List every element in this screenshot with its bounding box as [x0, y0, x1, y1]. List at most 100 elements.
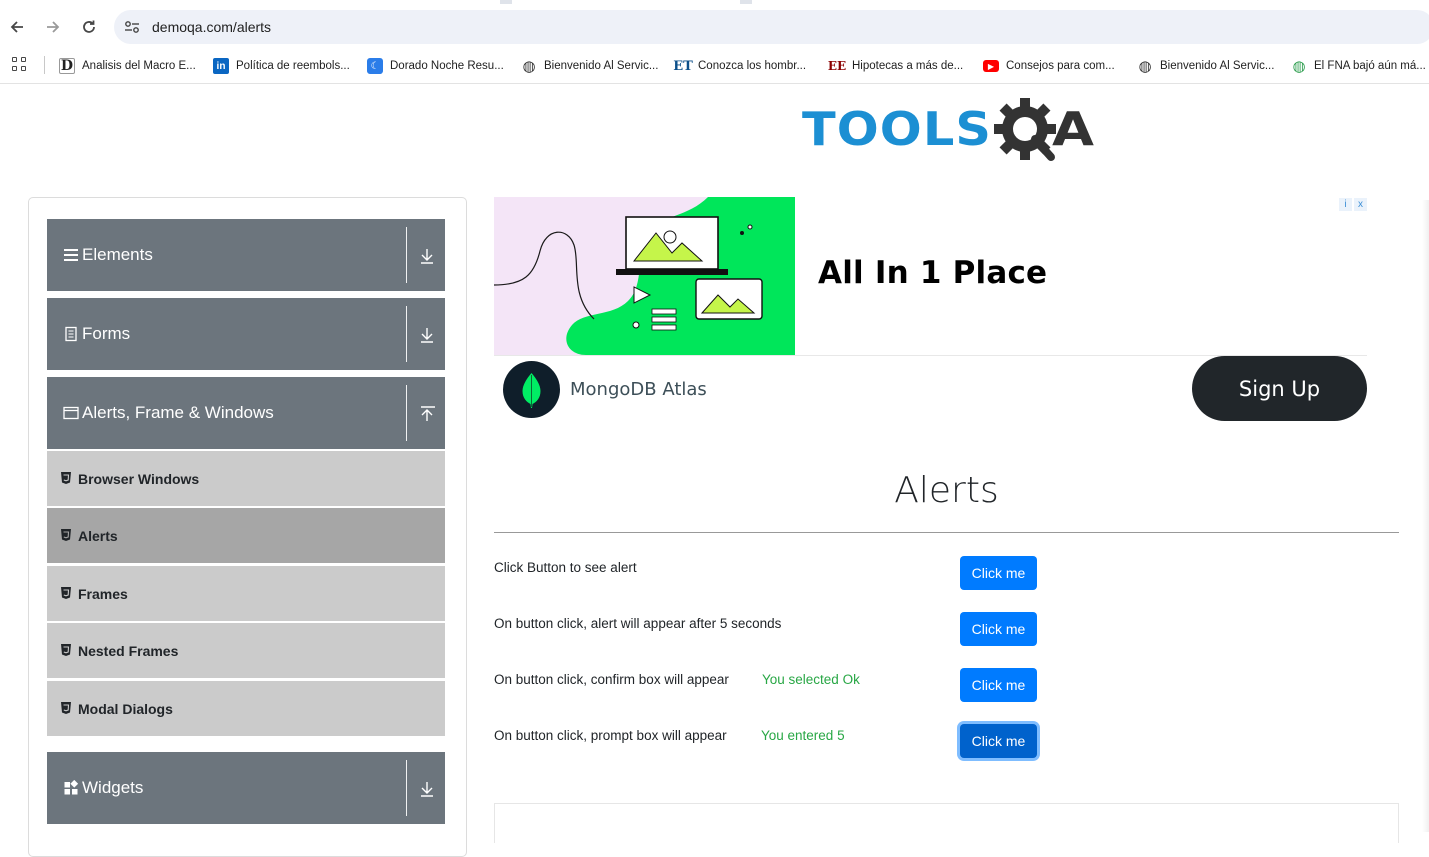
sidebar-item-label: Alerts	[78, 528, 118, 544]
html5-icon	[61, 529, 71, 541]
arrow-up-icon[interactable]	[419, 405, 435, 423]
bookmark-item[interactable]: EE Hipotecas a más de...	[827, 56, 964, 76]
globe-icon: ◍	[1138, 58, 1152, 75]
alert-row-label: Click Button to see alert	[494, 560, 637, 575]
prompt-row-label: On button click, prompt box will appear	[494, 728, 727, 743]
ad-signup-button[interactable]: Sign Up	[1192, 356, 1367, 421]
ad-illustration	[494, 197, 795, 355]
sidebar-item-modal-dialogs[interactable]: Modal Dialogs	[47, 681, 445, 737]
bookmarks-bar: D Analisis del Macro E... in Política de…	[0, 48, 1429, 84]
site-info-icon[interactable]	[122, 17, 142, 37]
reload-button[interactable]	[78, 16, 100, 38]
apps-grid-icon[interactable]	[12, 57, 28, 73]
group-divider	[406, 227, 407, 283]
arrow-down-icon[interactable]	[419, 326, 435, 344]
forward-button[interactable]	[42, 16, 64, 38]
group-elements[interactable]: Elements	[47, 219, 445, 291]
bottom-ad-container	[494, 803, 1399, 843]
confirm-button[interactable]: Click me	[960, 668, 1037, 702]
alert-button[interactable]: Click me	[960, 556, 1037, 590]
group-alerts-frame-windows[interactable]: Alerts, Frame & Windows	[47, 377, 445, 449]
reload-icon	[83, 20, 95, 33]
ad-banner[interactable]: All In 1 Place i x MongoDB Atlas Sign Up	[494, 197, 1367, 421]
globe-green-icon: ◍	[1292, 58, 1306, 75]
sidebar-item-frames[interactable]: Frames	[47, 566, 445, 622]
arrow-down-icon[interactable]	[419, 780, 435, 798]
arrow-right-icon	[47, 21, 60, 33]
back-button[interactable]	[6, 16, 28, 38]
group-label: Forms	[82, 324, 131, 343]
page-edge	[1422, 200, 1429, 832]
mongodb-leaf-icon	[503, 361, 560, 418]
widgets-icon	[64, 780, 79, 795]
group-divider	[406, 385, 407, 441]
prompt-button[interactable]: Click me	[960, 724, 1037, 758]
url-text: demoqa.com/alerts	[152, 19, 272, 35]
bookmark-label: Consejos para com...	[1006, 60, 1115, 72]
prompt-result: You entered 5	[761, 728, 845, 743]
title-divider	[494, 532, 1399, 533]
bookmark-item[interactable]: ◍ Bienvenido Al Servic...	[521, 56, 658, 76]
bookmark-label: Bienvenido Al Servic...	[544, 60, 659, 72]
html5-icon	[61, 644, 71, 656]
ad-close-icon[interactable]: x	[1354, 198, 1367, 211]
ad-headline: All In 1 Place	[818, 255, 1048, 291]
window-icon	[63, 406, 79, 420]
confirm-result: You selected Ok	[762, 672, 860, 687]
html5-icon	[61, 472, 71, 484]
ad-brand-name: MongoDB Atlas	[570, 379, 707, 400]
toolsqa-logo-image: TOOLS A	[802, 98, 1094, 161]
bookmark-item[interactable]: in Política de reembols...	[213, 56, 350, 76]
toolsqa-logo[interactable]: TOOLS A	[802, 98, 1094, 166]
bookmark-item[interactable]: D Analisis del Macro E...	[59, 56, 196, 76]
linkedin-icon: in	[213, 58, 229, 74]
d-logo-icon: D	[59, 58, 75, 74]
youtube-icon: ▶	[983, 60, 999, 72]
sidebar-item-label: Browser Windows	[78, 471, 200, 487]
timer-alert-button[interactable]: Click me	[960, 612, 1037, 646]
bookmark-label: Dorado Noche Resu...	[390, 60, 504, 72]
bookmark-label: Bienvenido Al Servic...	[1160, 60, 1275, 72]
bookmark-label: Política de reembols...	[236, 60, 350, 72]
bookmark-label: Analisis del Macro E...	[82, 60, 196, 72]
et-logo-icon: ET	[673, 58, 693, 74]
arrow-left-icon	[10, 21, 23, 33]
arrow-down-icon[interactable]	[419, 247, 435, 265]
bookmark-item[interactable]: ▶ Consejos para com...	[983, 56, 1115, 76]
bookmark-label: El FNA bajó aún má...	[1314, 60, 1426, 72]
bookmark-item[interactable]: ET Conozca los hombr...	[673, 56, 807, 76]
ad-info-icon[interactable]: i	[1339, 198, 1352, 211]
timer-alert-row-label: On button click, alert will appear after…	[494, 616, 782, 631]
bookmark-item[interactable]: ◍ El FNA bajó aún má...	[1291, 56, 1426, 76]
bookmark-label: Hipotecas a más de...	[852, 60, 964, 72]
sidebar-item-alerts[interactable]: Alerts	[47, 508, 445, 564]
group-label: Alerts, Frame & Windows	[82, 403, 274, 422]
svg-text:A: A	[1052, 102, 1094, 156]
browser-toolbar: demoqa.com/alerts	[0, 4, 1429, 48]
bookmark-item[interactable]: ☾ Dorado Noche Resu...	[367, 56, 504, 76]
html5-icon	[61, 702, 71, 714]
document-icon	[65, 326, 77, 342]
svg-text:TOOLS: TOOLS	[802, 102, 992, 156]
moon-icon: ☾	[367, 58, 383, 74]
bookmarks-separator	[44, 56, 45, 74]
group-forms[interactable]: Forms	[47, 298, 445, 370]
globe-icon: ◍	[522, 58, 536, 75]
address-bar[interactable]: demoqa.com/alerts	[114, 10, 1429, 44]
bookmark-item[interactable]: ◍ Bienvenido Al Servic...	[1137, 56, 1274, 76]
group-widgets[interactable]: Widgets	[47, 752, 445, 824]
html5-icon	[61, 587, 71, 599]
sidebar-item-browser-windows[interactable]: Browser Windows	[47, 451, 445, 507]
sidebar-item-nested-frames[interactable]: Nested Frames	[47, 623, 445, 679]
sidebar-item-label: Nested Frames	[78, 643, 179, 659]
hamburger-icon	[64, 249, 78, 261]
group-label: Elements	[82, 245, 153, 264]
page-title: Alerts	[894, 470, 999, 511]
ad-choices-badge[interactable]: i x	[1339, 198, 1367, 212]
left-panel: Elements Forms Alerts, Frame & Windows B…	[28, 197, 467, 857]
sidebar-item-label: Modal Dialogs	[78, 701, 173, 717]
group-label: Widgets	[82, 778, 144, 797]
confirm-row-label: On button click, confirm box will appear	[494, 672, 729, 687]
ee-logo-icon: EE	[827, 59, 847, 73]
bookmark-label: Conozca los hombr...	[698, 60, 807, 72]
